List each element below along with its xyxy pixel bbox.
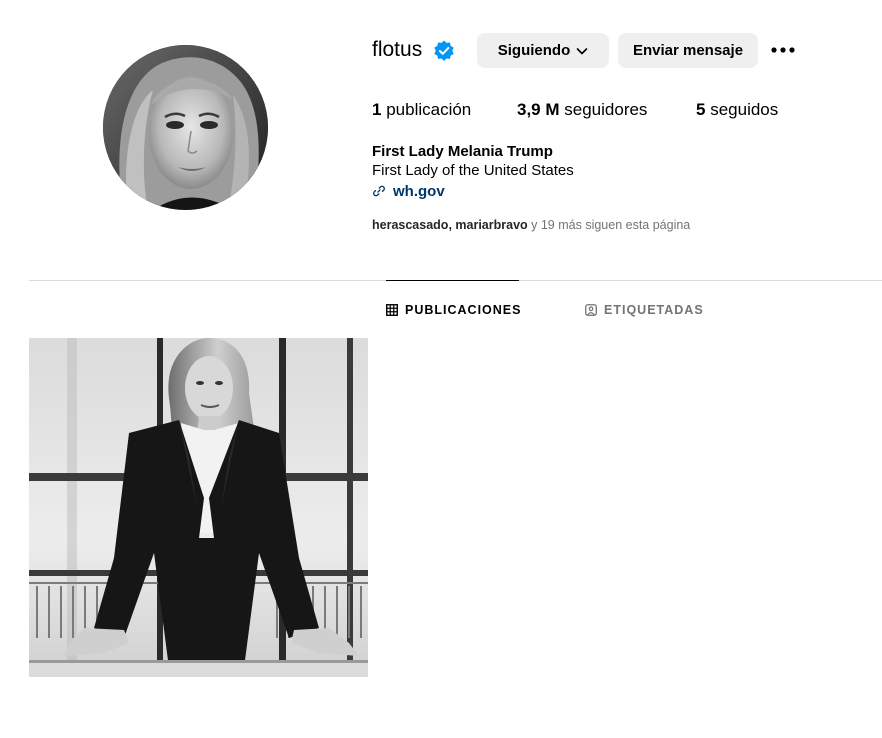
following-count: 5 [696, 100, 706, 119]
posts-count: 1 [372, 100, 382, 119]
posts-label: publicación [386, 100, 472, 119]
tab-posts[interactable]: PUBLICACIONES [386, 301, 521, 319]
profile-bio: First Lady of the United States [372, 162, 574, 179]
followers-label: seguidores [564, 100, 648, 119]
tagged-user-icon [585, 304, 597, 316]
tab-tagged[interactable]: ETIQUETADAS [585, 301, 704, 319]
profile-avatar[interactable] [103, 45, 268, 210]
verified-badge-icon [434, 40, 454, 61]
tab-tagged-label: ETIQUETADAS [604, 303, 704, 317]
followed-by-user-2[interactable]: mariarbravo [455, 218, 527, 232]
following-label: seguidos [710, 100, 779, 119]
chevron-down-icon [576, 47, 588, 54]
profile-link-text[interactable]: wh.gov [393, 183, 445, 200]
active-tab-indicator [386, 280, 519, 281]
profile-full-name: First Lady Melania Trump [372, 143, 553, 160]
profile-username: flotus [372, 38, 423, 61]
grid-icon [386, 304, 398, 316]
tab-posts-label: PUBLICACIONES [405, 303, 522, 317]
following-button[interactable]: Siguiendo [477, 33, 609, 68]
following-stat[interactable]: 5 seguidos [696, 99, 778, 121]
profile-link[interactable]: wh.gov [372, 181, 445, 201]
followers-count: 3,9 M [517, 100, 560, 119]
followed-by-user-1[interactable]: herascasado [372, 218, 448, 232]
send-message-button[interactable]: Enviar mensaje [618, 33, 758, 68]
followed-by-text[interactable]: herascasado, mariarbravo y 19 más siguen… [372, 217, 690, 233]
followers-stat[interactable]: 3,9 M seguidores [517, 99, 647, 121]
post-thumbnail[interactable] [29, 338, 368, 677]
following-button-label: Siguiendo [497, 42, 571, 59]
link-icon [373, 185, 385, 197]
more-options-icon[interactable] [770, 40, 796, 60]
posts-count-stat: 1 publicación [372, 99, 471, 121]
followed-by-rest: y 19 más siguen esta página [527, 218, 691, 232]
